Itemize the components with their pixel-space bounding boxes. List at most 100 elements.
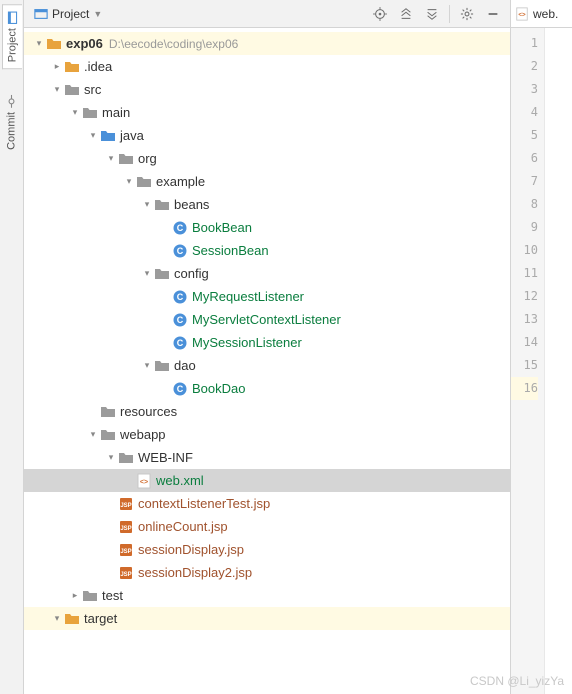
project-view-label: Project	[52, 7, 89, 21]
chevron-down-icon[interactable]: ▾	[140, 360, 154, 371]
chevron-down-icon[interactable]: ▾	[104, 153, 118, 164]
line-number: 5	[511, 124, 538, 147]
line-number: 6	[511, 147, 538, 170]
chevron-down-icon[interactable]: ▾	[122, 176, 136, 187]
side-tab-project[interactable]: Project	[2, 4, 22, 69]
tree-node[interactable]: ▸CMyServletContextListener	[24, 308, 510, 331]
tree-node[interactable]: ▾ config	[24, 262, 510, 285]
tree-node-label: MySessionListener	[192, 335, 302, 350]
folder-icon	[64, 611, 80, 627]
folder-icon	[118, 450, 134, 466]
chevron-right-icon[interactable]: ▸	[68, 590, 82, 601]
svg-text:C: C	[177, 384, 184, 394]
chevron-down-icon[interactable]: ▾	[104, 452, 118, 463]
class-icon: C	[172, 220, 188, 236]
tree-node[interactable]: ▸JSPsessionDisplay.jsp	[24, 538, 510, 561]
tree-node-label: dao	[174, 358, 196, 373]
chevron-down-icon[interactable]: ▾	[140, 199, 154, 210]
tree-node-label: test	[102, 588, 123, 603]
tree-node[interactable]: ▸JSPcontextListenerTest.jsp	[24, 492, 510, 515]
folder-icon	[154, 266, 170, 282]
folder-icon	[82, 105, 98, 121]
tree-node[interactable]: ▾webapp	[24, 423, 510, 446]
tree-node[interactable]: ▾beans	[24, 193, 510, 216]
tree-node[interactable]: ▾java	[24, 124, 510, 147]
project-tree[interactable]: ▾exp06D:\eecode\coding\exp06▸.idea▾src▾m…	[24, 28, 510, 694]
tree-node-label: src	[84, 82, 101, 97]
project-view-selector[interactable]: Project ▼	[30, 5, 106, 23]
line-number: 1	[511, 32, 538, 55]
side-tab-project-label: Project	[6, 28, 18, 62]
tree-node-label: config	[174, 266, 209, 281]
jsp-file-icon: JSP	[118, 519, 134, 535]
tree-node-label: resources	[120, 404, 177, 419]
folder-icon	[136, 174, 152, 190]
tree-node[interactable]: ▸JSPonlineCount.jsp	[24, 515, 510, 538]
line-number: 7	[511, 170, 538, 193]
jsp-file-icon: JSP	[118, 496, 134, 512]
chevron-down-icon[interactable]: ▾	[86, 429, 100, 440]
line-number: 4	[511, 101, 538, 124]
tree-node-label: exp06	[66, 36, 103, 51]
tree-node[interactable]: ▸resources	[24, 400, 510, 423]
line-gutter: 12345678910111213141516	[511, 28, 545, 694]
hide-button[interactable]	[482, 3, 504, 25]
tree-node[interactable]: ▾ dao	[24, 354, 510, 377]
chevron-down-icon[interactable]: ▾	[50, 84, 64, 95]
tree-node-label: BookBean	[192, 220, 252, 235]
chevron-down-icon[interactable]: ▾	[140, 268, 154, 279]
collapse-all-button[interactable]	[421, 3, 443, 25]
tree-node[interactable]: ▾WEB-INF	[24, 446, 510, 469]
line-number: 8	[511, 193, 538, 216]
locate-file-button[interactable]	[369, 3, 391, 25]
commit-icon	[5, 95, 18, 108]
chevron-right-icon[interactable]: ▸	[50, 61, 64, 72]
side-tab-commit-label: Commit	[6, 112, 18, 150]
tree-node[interactable]: ▸CMySessionListener	[24, 331, 510, 354]
tree-node[interactable]: ▸CBookDao	[24, 377, 510, 400]
expand-all-button[interactable]	[395, 3, 417, 25]
class-icon: C	[172, 243, 188, 259]
jsp-file-icon: JSP	[118, 542, 134, 558]
settings-button[interactable]	[456, 3, 478, 25]
tree-node[interactable]: ▸ .idea	[24, 55, 510, 78]
tree-node-label: MyRequestListener	[192, 289, 304, 304]
tree-node[interactable]: ▸ test	[24, 584, 510, 607]
tree-node[interactable]: ▾exp06D:\eecode\coding\exp06	[24, 32, 510, 55]
gear-icon	[460, 7, 474, 21]
project-toolbar: Project ▼	[24, 0, 510, 28]
line-number: 16	[511, 377, 538, 400]
line-number: 13	[511, 308, 538, 331]
chevron-down-icon[interactable]: ▾	[32, 38, 46, 49]
chevron-down-icon[interactable]: ▾	[68, 107, 82, 118]
tree-node[interactable]: ▸<>web.xml	[24, 469, 510, 492]
jsp-file-icon: JSP	[118, 565, 134, 581]
svg-text:JSP: JSP	[120, 572, 131, 578]
tree-node[interactable]: ▾target	[24, 607, 510, 630]
project-panel: Project ▼ ▾exp06D:\eecode\coding\exp06▸.…	[24, 0, 510, 694]
folder-icon	[46, 36, 62, 52]
side-tab-commit[interactable]: Commit	[2, 89, 21, 156]
tree-node[interactable]: ▸CSessionBean	[24, 239, 510, 262]
tree-node-label: .idea	[84, 59, 112, 74]
tree-node[interactable]: ▸CMyRequestListener	[24, 285, 510, 308]
svg-text:C: C	[177, 338, 184, 348]
minimize-icon	[486, 7, 500, 21]
xml-file-icon: <>	[136, 473, 152, 489]
folder-icon	[154, 197, 170, 213]
folder-icon	[82, 588, 98, 604]
chevron-down-icon[interactable]: ▾	[50, 613, 64, 624]
tree-node[interactable]: ▾ src	[24, 78, 510, 101]
project-icon	[6, 11, 19, 24]
tree-node[interactable]: ▾main	[24, 101, 510, 124]
chevron-down-icon[interactable]: ▾	[86, 130, 100, 141]
folder-icon	[64, 82, 80, 98]
folder-icon	[64, 59, 80, 75]
editor-tab-webxml[interactable]: <> web.	[511, 0, 572, 28]
tree-node[interactable]: ▸JSPsessionDisplay2.jsp	[24, 561, 510, 584]
folder-icon	[154, 358, 170, 374]
tree-node[interactable]: ▾org	[24, 147, 510, 170]
line-number: 2	[511, 55, 538, 78]
tree-node[interactable]: ▸CBookBean	[24, 216, 510, 239]
tree-node[interactable]: ▾example	[24, 170, 510, 193]
